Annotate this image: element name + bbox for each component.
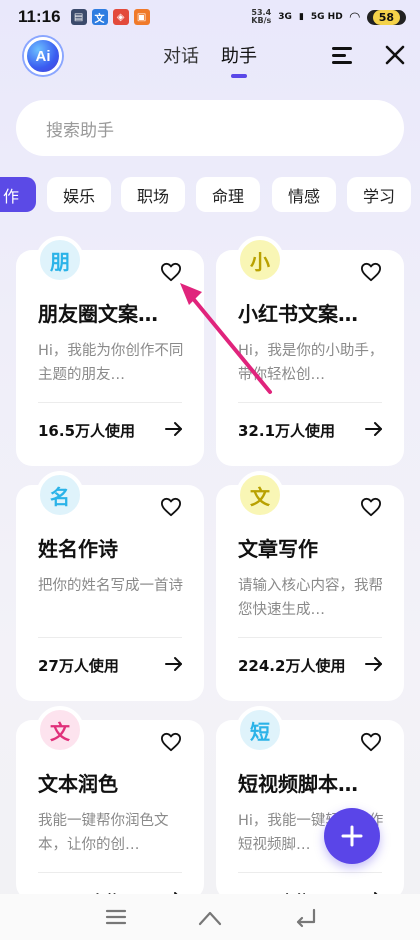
signal-5g: 5G HD [310, 12, 343, 22]
card-title: 朋友圈文案… [38, 302, 158, 326]
battery-indicator: 58 [366, 9, 406, 25]
card-divider [38, 872, 182, 873]
category-chip-entertainment[interactable]: 娱乐 [47, 177, 111, 212]
category-chip-emotion[interactable]: 情感 [272, 177, 336, 212]
assistant-card[interactable]: 名姓名作诗把你的姓名写成一首诗 27万人使用 [16, 471, 204, 701]
red-app-icon: ◈ [112, 9, 129, 25]
net-speed-unit: KB/s [251, 16, 272, 25]
card-title: 文本润色 [38, 772, 118, 796]
assistant-card[interactable]: 文文本润色我能一键帮你润色文本，让你的创…14.6万人使用 [16, 706, 204, 910]
tab-chat[interactable]: 对话 [163, 42, 199, 78]
heart-icon[interactable] [160, 732, 182, 752]
wifi-icon: ◠ [349, 9, 360, 25]
card-avatar: 短 [236, 706, 284, 754]
plus-icon [341, 825, 363, 847]
card-avatar: 朋 [36, 236, 84, 284]
card-description: 我能一键帮你润色文本，让你的创… [38, 813, 169, 853]
category-chip-writing[interactable]: 作 [0, 177, 36, 212]
card-usage-count: 27万人使用 [38, 657, 119, 675]
recent-apps-icon[interactable] [104, 906, 128, 928]
card-avatar: 文 [236, 471, 284, 519]
card-avatar: 文 [36, 706, 84, 754]
card-description: 请输入核心内容，我帮您快速生成… [238, 578, 383, 618]
card-divider [238, 402, 382, 403]
system-nav-bar [0, 894, 420, 940]
news-app-icon: 文 [91, 9, 108, 25]
assistant-card[interactable]: 小小红书文案… Hi，我是你的小助手，带你轻松创… 32.1万人使用 [216, 236, 404, 466]
battery-level: 58 [372, 9, 400, 25]
add-assistant-button[interactable] [324, 808, 380, 864]
card-divider [238, 637, 382, 638]
signal-bars-icon: ▮ [298, 12, 304, 22]
heart-icon[interactable] [160, 262, 182, 282]
close-icon[interactable] [384, 44, 406, 66]
status-app-icons: ▤ 文 ◈ ▣ [70, 9, 150, 25]
heart-icon[interactable] [360, 262, 382, 282]
menu-icon[interactable] [332, 46, 352, 64]
status-bar: 11:16 ▤ 文 ◈ ▣ 53.4 KB/s 3G ▮ 5G HD ◠ 58 [0, 0, 420, 34]
tab-assistant[interactable]: 助手 [221, 42, 257, 78]
card-usage-count: 16.5万人使用 [38, 422, 136, 440]
arrow-right-icon[interactable] [364, 420, 384, 438]
card-usage-count: 224.2万人使用 [238, 657, 346, 675]
header: Ai 对话 助手 [0, 34, 420, 94]
arrow-right-icon[interactable] [164, 655, 184, 673]
card-divider [38, 402, 182, 403]
gallery-app-icon: ▤ [70, 9, 87, 25]
back-icon[interactable] [294, 906, 318, 928]
heart-icon[interactable] [360, 497, 382, 517]
home-icon[interactable] [198, 906, 222, 928]
orange-app-icon: ▣ [133, 9, 150, 25]
category-chip-fortune[interactable]: 命理 [196, 177, 260, 212]
card-avatar: 名 [36, 471, 84, 519]
card-divider [38, 637, 182, 638]
card-description: Hi，我是你的小助手，带你轻松创… [238, 343, 384, 383]
assistant-card[interactable]: 短短视频脚本…Hi，我能一键轻松创作短视频脚…7.5万人使用 [216, 706, 404, 910]
arrow-right-icon[interactable] [364, 655, 384, 673]
card-title: 小红书文案… [238, 302, 358, 326]
card-title: 姓名作诗 [38, 537, 118, 561]
category-chips: 作 娱乐 职场 命理 情感 学习 [0, 177, 420, 213]
top-tabs: 对话 助手 [0, 42, 420, 78]
card-divider [238, 872, 382, 873]
net-speed: 53.4 KB/s [251, 9, 271, 25]
card-title: 短视频脚本… [238, 772, 358, 796]
card-usage-count: 32.1万人使用 [238, 422, 336, 440]
category-chip-study[interactable]: 学习 [347, 177, 411, 212]
card-description: Hi，我能为你创作不同主题的朋友… [38, 343, 184, 383]
card-title: 文章写作 [238, 537, 318, 561]
heart-icon[interactable] [160, 497, 182, 517]
category-chip-workplace[interactable]: 职场 [121, 177, 185, 212]
search-input[interactable]: 搜索助手 [16, 100, 404, 156]
signal-3g: 3G [278, 12, 292, 22]
assistant-card[interactable]: 朋朋友圈文案… Hi，我能为你创作不同主题的朋友… 16.5万人使用 [16, 236, 204, 466]
assistant-card[interactable]: 文文章写作请输入核心内容，我帮您快速生成… 224.2万人使用 [216, 471, 404, 701]
card-avatar: 小 [236, 236, 284, 284]
status-time: 11:16 [18, 7, 61, 26]
card-description: 把你的姓名写成一首诗 [38, 578, 183, 594]
status-indicators: 53.4 KB/s 3G ▮ 5G HD ◠ 58 [251, 9, 406, 25]
arrow-right-icon[interactable] [164, 420, 184, 438]
heart-icon[interactable] [360, 732, 382, 752]
